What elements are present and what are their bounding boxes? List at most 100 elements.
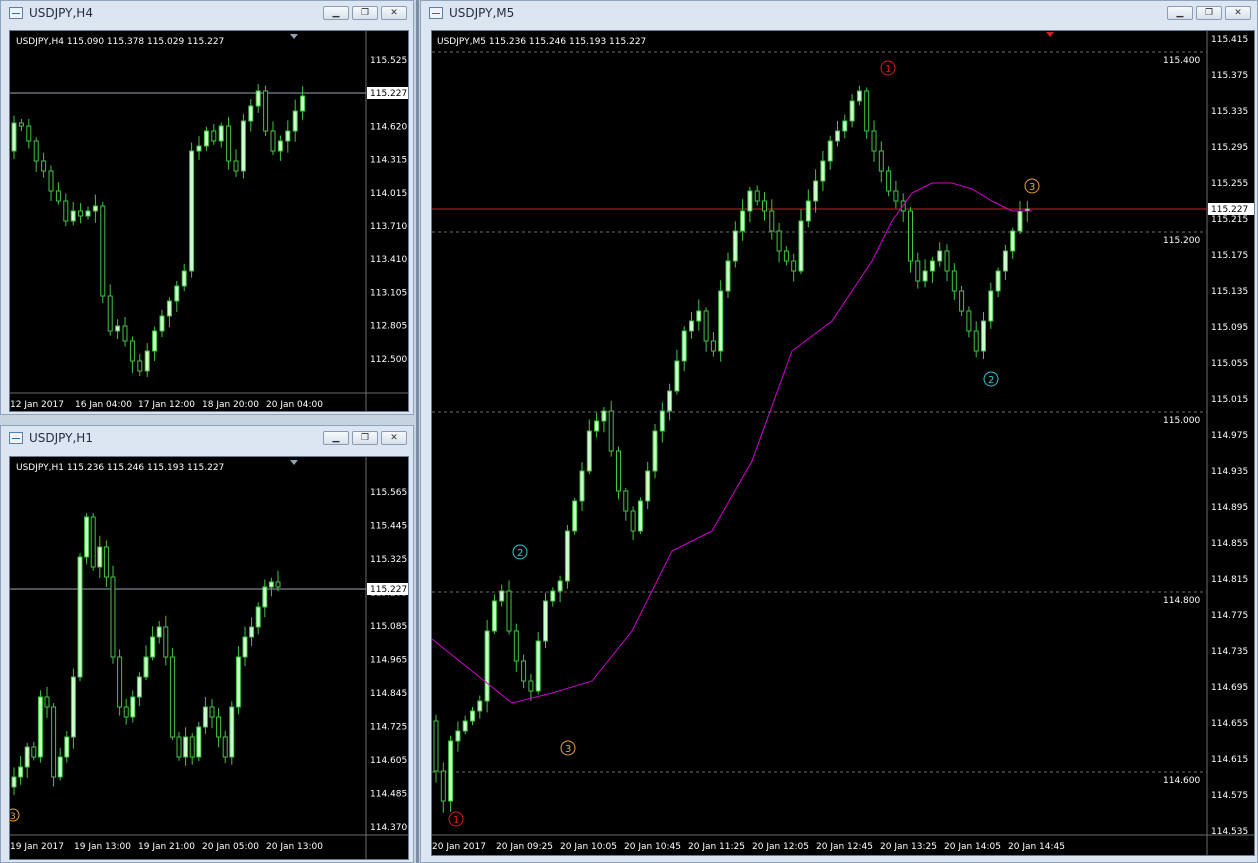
bear-candle	[616, 450, 621, 492]
price-tick: 114.815	[1211, 575, 1248, 585]
price-tick: 115.325	[370, 555, 407, 565]
bull-candle	[196, 726, 202, 758]
price-chart-h4[interactable]: USDJPY,H4 115.090 115.378 115.029 115.22…	[10, 31, 409, 412]
bull-candle	[18, 766, 24, 778]
price-scale-m5: 115.415 115.375 115.335 115.295 115.255 115.2…	[1211, 35, 1248, 837]
bull-candle	[262, 586, 268, 608]
bull-candle	[218, 125, 224, 142]
restore-button[interactable]: ❐	[352, 6, 378, 20]
bear-candle	[129, 340, 135, 362]
bear-candle	[189, 736, 195, 758]
bull-candle	[240, 120, 246, 172]
price-scale-h1: 115.565115.445115.325115.205115.085114.9…	[370, 488, 407, 833]
wave-markers: 1 2 3 1 2 3	[448, 60, 1040, 827]
minimize-button[interactable]: ▁	[323, 6, 349, 20]
title-bar-m5[interactable]: USDJPY,M5 ▁ ❐ ✕	[421, 1, 1257, 25]
price-chart-h1[interactable]: USDJPY,H1 115.236 115.246 115.193 115.22…	[10, 457, 409, 860]
window-h4[interactable]: USDJPY,H4 ▁ ❐ ✕ USDJPY,H4 115.090 115.37…	[0, 0, 414, 415]
bear-candle	[783, 250, 789, 262]
minimize-button[interactable]: ▁	[323, 431, 349, 445]
restore-button[interactable]: ❐	[352, 431, 378, 445]
price-tick: 115.055	[1211, 359, 1248, 369]
close-button[interactable]: ✕	[1225, 6, 1251, 20]
bull-candle	[462, 720, 468, 732]
title-bar-h4[interactable]: USDJPY,H4 ▁ ❐ ✕	[1, 1, 413, 25]
bull-candle	[937, 250, 943, 262]
bull-candle	[150, 636, 156, 658]
chart-window-icon	[9, 7, 23, 19]
bear-candle	[433, 720, 439, 772]
bull-candle	[659, 410, 665, 432]
window-h1[interactable]: USDJPY,H1 ▁ ❐ ✕ USDJPY,H1 115.236 115.24…	[0, 425, 414, 863]
bull-candle	[268, 581, 274, 588]
bull-candle	[70, 676, 76, 738]
price-tick: 114.620	[370, 122, 407, 132]
bull-candle	[235, 656, 241, 708]
bull-candle	[248, 105, 254, 122]
bull-candle	[550, 590, 556, 602]
bear-candle	[270, 130, 276, 152]
wave-marker-label: 2	[988, 375, 994, 386]
bull-candle	[725, 260, 731, 292]
bull-candle	[143, 656, 149, 678]
price-tick: 114.695	[1211, 683, 1248, 693]
window-m5[interactable]: USDJPY,M5 ▁ ❐ ✕ USDJPY,M5 115.236 115.24…	[420, 0, 1258, 863]
bear-candle	[513, 630, 519, 662]
bull-candle	[24, 746, 30, 768]
bear-candle	[871, 130, 877, 152]
bull-candle	[292, 110, 298, 132]
price-tick: 115.175	[1211, 251, 1248, 261]
price-chart-m5[interactable]: USDJPY,M5 115.236 115.246 115.193 115.22…	[432, 31, 1255, 856]
current-price-label: 115.227	[370, 585, 407, 595]
title-bar-h1[interactable]: USDJPY,H1 ▁ ❐ ✕	[1, 426, 413, 450]
price-tick: 115.015	[1211, 395, 1248, 405]
bull-candle	[579, 470, 585, 502]
bull-candle	[159, 315, 165, 332]
bull-candle	[813, 180, 819, 202]
time-scale-m5: 20 Jan 2017 20 Jan 09:25 20 Jan 10:05 20 Ja…	[432, 842, 1065, 852]
bull-candle	[681, 330, 687, 362]
bull-candle	[988, 290, 994, 322]
close-button[interactable]: ✕	[381, 6, 407, 20]
price-tick: 114.775	[1211, 611, 1248, 621]
bear-candle	[275, 581, 281, 588]
time-tick: 16 Jan 04:00	[75, 400, 132, 410]
price-tick: 114.315	[370, 156, 407, 166]
time-tick: 20 Jan 05:00	[202, 842, 259, 852]
bear-candle	[440, 770, 446, 802]
bear-candle	[211, 130, 217, 142]
price-tick: 115.295	[1211, 143, 1248, 153]
price-tick: 115.445	[370, 522, 407, 532]
bull-candle	[92, 205, 98, 212]
price-tick: 114.575	[1211, 791, 1248, 801]
bear-candle	[48, 170, 54, 192]
bull-candle	[929, 260, 935, 272]
price-tick: 115.085	[370, 622, 407, 632]
chart-area-h4[interactable]: USDJPY,H4 115.090 115.378 115.029 115.22…	[9, 30, 409, 412]
time-tick: 20 Jan 12:05	[752, 842, 809, 852]
candles-h1	[11, 513, 281, 796]
bull-candle	[856, 90, 862, 102]
close-button[interactable]: ✕	[381, 431, 407, 445]
chart-area-m5[interactable]: USDJPY,M5 115.236 115.246 115.193 115.22…	[431, 30, 1255, 856]
bear-candle	[951, 270, 957, 292]
bear-candle	[51, 706, 57, 778]
bear-candle	[31, 746, 37, 758]
time-tick: 20 Jan 10:45	[624, 842, 681, 852]
minimize-button[interactable]: ▁	[1167, 6, 1193, 20]
time-tick: 20 Jan 12:45	[816, 842, 873, 852]
wave-marker-label: 2	[517, 548, 523, 559]
window-splitter[interactable]	[416, 0, 419, 863]
bull-candle	[718, 290, 724, 352]
restore-button[interactable]: ❐	[1196, 6, 1222, 20]
bear-candle	[137, 360, 143, 372]
bear-candle	[63, 200, 69, 222]
bear-candle	[44, 696, 50, 708]
chart-area-h1[interactable]: USDJPY,H1 115.236 115.246 115.193 115.22…	[9, 456, 409, 860]
candles-m5	[433, 85, 1030, 813]
bull-candle	[484, 630, 490, 702]
level-label: 115.400	[1163, 56, 1200, 66]
price-tick: 114.895	[1211, 503, 1248, 513]
bull-candle	[601, 410, 607, 422]
bear-candle	[41, 160, 47, 172]
